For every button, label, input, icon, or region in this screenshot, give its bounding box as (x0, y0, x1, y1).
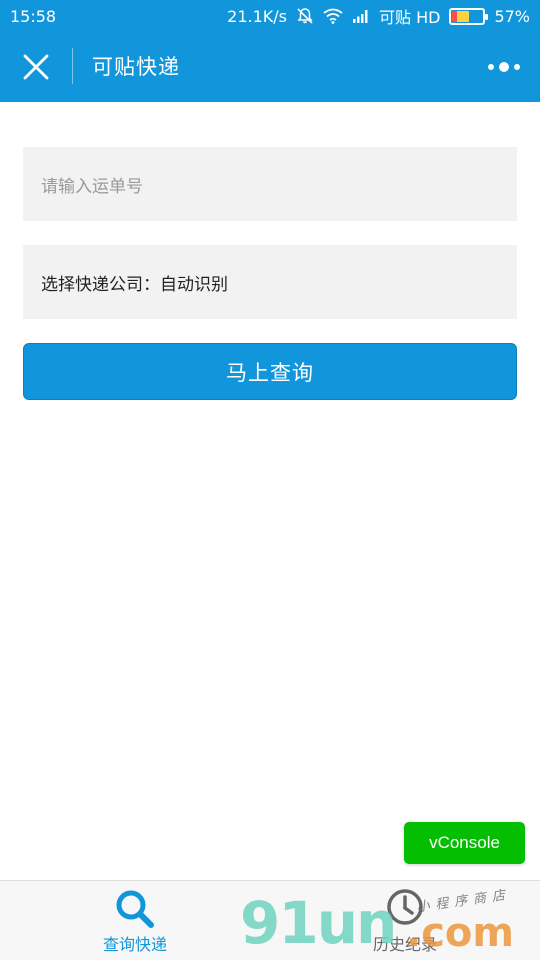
status-bar: 15:58 21.1K/s 可贴 HD 57% (0, 0, 540, 32)
signal-icon (352, 9, 370, 23)
battery-percent: 57% (494, 6, 530, 26)
page-title: 可贴快递 (92, 55, 180, 79)
wifi-icon (323, 8, 343, 24)
close-button[interactable] (16, 49, 56, 85)
clock-icon (387, 889, 423, 925)
more-button[interactable] (484, 54, 524, 80)
more-dots-icon (499, 62, 509, 72)
nav-divider (72, 48, 73, 84)
waybill-input[interactable]: 请输入运单号 (23, 147, 517, 221)
vconsole-button[interactable]: vConsole (404, 822, 525, 864)
tab-bar: 查询快递 历史纪录 (0, 880, 540, 960)
tab-history-label: 历史纪录 (372, 935, 437, 954)
company-select[interactable]: 选择快递公司： 自动识别 (23, 245, 517, 319)
status-time: 15:58 (10, 6, 57, 26)
more-dots-icon (514, 64, 520, 70)
more-dots-icon (488, 64, 494, 70)
battery-level (452, 10, 469, 22)
app-screen: 15:58 21.1K/s 可贴 HD 57% 可贴快递 请输入运单号 选择快递… (0, 0, 540, 960)
search-icon (116, 890, 154, 928)
close-icon (23, 54, 49, 80)
tab-query-label: 查询快递 (102, 935, 167, 954)
status-indicators: 21.1K/s 可贴 HD 57% (227, 4, 530, 28)
network-speed: 21.1K/s (227, 6, 287, 26)
company-select-label: 选择快递公司： (41, 274, 160, 295)
tab-history[interactable]: 历史纪录 (270, 881, 540, 960)
nav-bar: 可贴快递 (0, 32, 540, 102)
battery-icon (449, 7, 489, 25)
waybill-input-placeholder: 请输入运单号 (41, 176, 143, 197)
tab-query[interactable]: 查询快递 (0, 881, 270, 960)
bell-off-icon (296, 7, 314, 25)
query-button[interactable]: 马上查询 (23, 343, 517, 400)
carrier-label: 可贴 HD (378, 8, 441, 27)
company-select-value: 自动识别 (160, 274, 228, 295)
